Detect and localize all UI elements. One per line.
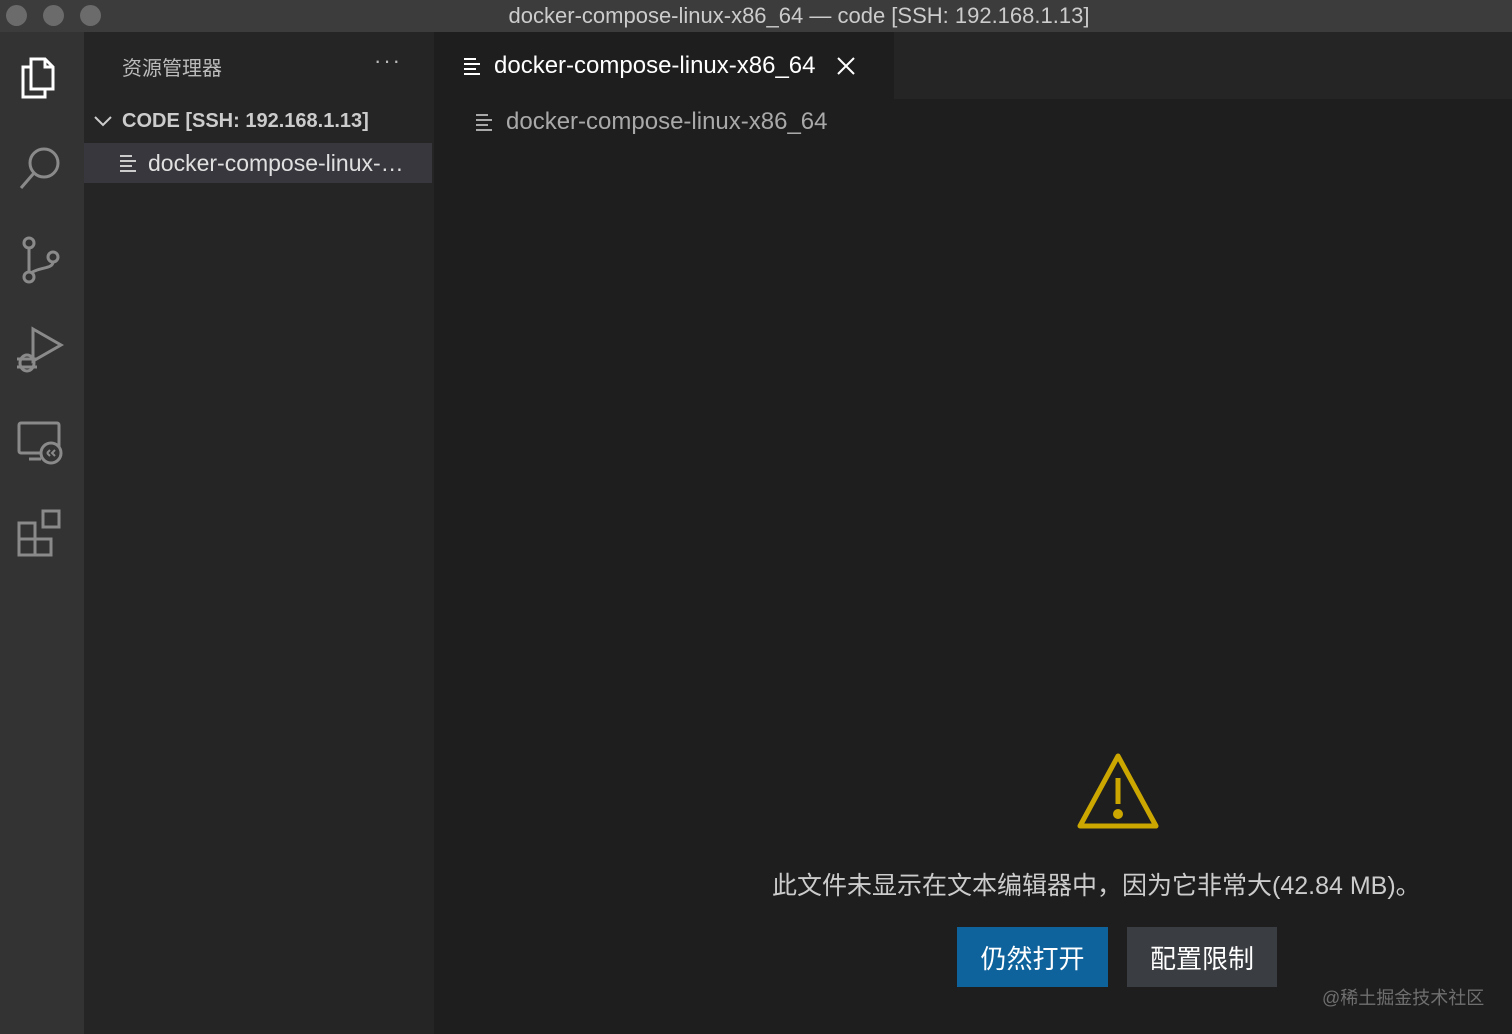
activity-bar: [0, 32, 84, 1034]
run-debug-icon: [17, 326, 65, 373]
workspace-folder-header[interactable]: CODE [SSH: 192.168.1.13]: [92, 106, 369, 136]
files-icon: [21, 57, 55, 99]
file-lines-icon: [464, 57, 480, 75]
activity-extensions[interactable]: [14, 506, 66, 558]
sidebar-title: 资源管理器: [122, 58, 222, 80]
window-controls: [6, 5, 101, 26]
workspace-folder-label: CODE [SSH: 192.168.1.13]: [122, 109, 369, 132]
file-lines-icon: [120, 155, 136, 172]
more-actions-button[interactable]: ···: [374, 48, 402, 74]
file-lines-icon: [476, 114, 492, 131]
remote-explorer-icon: [17, 421, 63, 465]
open-anyway-button[interactable]: 仍然打开: [957, 927, 1108, 987]
editor-tab-label: docker-compose-linux-x86_64: [494, 51, 816, 79]
breadcrumb-label: docker-compose-linux-x86_64: [506, 108, 828, 135]
window-title: docker-compose-linux-x86_64 — code [SSH:…: [508, 3, 1090, 28]
chevron-down-icon: [94, 116, 112, 127]
minimize-window-button[interactable]: [43, 5, 64, 26]
warning-icon: [1077, 753, 1159, 829]
search-icon: [19, 147, 60, 189]
close-icon[interactable]: [834, 54, 858, 78]
editor-tab-bar: docker-compose-linux-x86_64: [434, 32, 1512, 99]
file-tree-item-label: docker-compose-linux-…: [148, 149, 404, 176]
editor-tab[interactable]: docker-compose-linux-x86_64: [434, 32, 894, 99]
title-bar: docker-compose-linux-x86_64 — code [SSH:…: [0, 0, 1512, 32]
activity-run-debug[interactable]: [14, 324, 66, 376]
explorer-sidebar: 资源管理器 ··· CODE [SSH: 192.168.1.13] docke…: [84, 32, 434, 1034]
file-tree-item[interactable]: docker-compose-linux-…: [84, 143, 432, 183]
large-file-message: 此文件未显示在文本编辑器中，因为它非常大(42.84 MB)。: [772, 872, 1421, 900]
close-window-button[interactable]: [6, 5, 27, 26]
activity-source-control[interactable]: [14, 234, 66, 286]
activity-remote-explorer[interactable]: [14, 416, 66, 468]
configure-limit-button[interactable]: 配置限制: [1127, 927, 1277, 987]
activity-explorer[interactable]: [14, 52, 66, 104]
source-control-icon: [22, 236, 60, 284]
zoom-window-button[interactable]: [80, 5, 101, 26]
breadcrumb[interactable]: docker-compose-linux-x86_64: [470, 104, 828, 140]
extensions-icon: [17, 509, 61, 557]
activity-search[interactable]: [14, 142, 66, 194]
watermark: @稀土掘金技术社区: [1322, 988, 1485, 1008]
